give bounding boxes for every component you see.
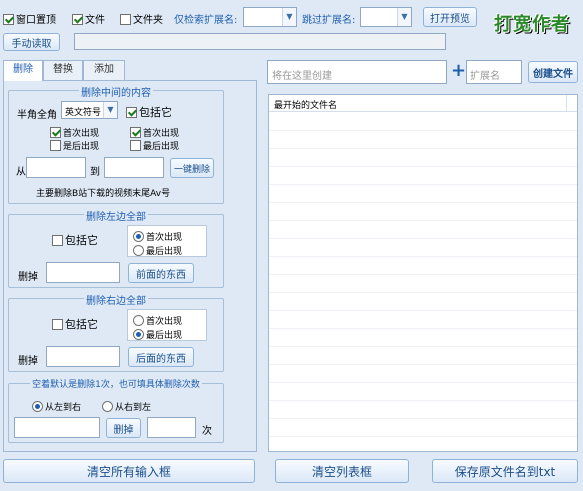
create-name-input[interactable]: 将在这里创建 — [267, 60, 447, 84]
list-header-label: 最开始的文件名 — [274, 101, 338, 111]
checkbox-box — [50, 140, 61, 151]
times-label: 次 — [202, 426, 212, 437]
column-divider — [566, 95, 567, 111]
right-to-left-radio[interactable]: 从右到左 — [102, 400, 151, 413]
chevron-down-icon: ▼ — [397, 8, 411, 26]
radio-icon — [133, 245, 144, 256]
checkbox-box — [120, 14, 131, 25]
delete-back-button[interactable]: 后面的东西 — [128, 347, 194, 367]
from-input[interactable] — [26, 157, 86, 178]
create-file-button[interactable]: 创建文件 — [528, 61, 578, 83]
file-list[interactable]: 最开始的文件名 — [268, 94, 578, 452]
delete-front-button[interactable]: 前面的东西 — [128, 263, 194, 283]
window-topmost-checkbox[interactable]: 窗口置顶 — [3, 11, 56, 26]
include-right-checkbox[interactable]: 包括它 — [52, 316, 98, 332]
only-ext-label: 仅检索扩展名: — [174, 15, 238, 26]
left-first-radio[interactable]: 首次出现 — [133, 230, 182, 243]
files-checkbox[interactable]: 文件 — [72, 11, 105, 26]
delete-left-legend: 删除左边全部 — [84, 212, 148, 223]
width-combo-value: 英文符号 — [65, 108, 102, 118]
width-combo[interactable]: 英文符号 ▼ — [61, 101, 118, 119]
chevron-down-icon: ▼ — [282, 8, 296, 26]
delete-text-input[interactable] — [14, 417, 100, 438]
clear-inputs-button[interactable]: 清空所有输入框 — [3, 459, 255, 483]
checkbox-box — [52, 235, 63, 246]
radio-icon — [133, 329, 144, 340]
checkbox-box — [130, 140, 141, 151]
to-input[interactable] — [104, 157, 164, 178]
list-body — [269, 113, 577, 451]
tab-delete[interactable]: 删除 — [3, 60, 43, 81]
skip-ext-combo[interactable]: ▼ — [360, 7, 412, 27]
delete-left-label: 删掉 — [18, 272, 38, 283]
chevron-down-icon: ▼ — [103, 102, 117, 118]
plus-icon: + — [451, 60, 467, 81]
left-first-checkbox[interactable]: 首次出现 — [50, 126, 99, 139]
delete-right-input[interactable] — [46, 346, 120, 367]
delete-count-legend: 空着默认是删除1次，也可填具体删除次数 — [30, 380, 202, 390]
manual-read-button[interactable]: 手动读取 — [3, 33, 60, 51]
radio-icon — [133, 315, 144, 326]
left-last-checkbox[interactable]: 是后出现 — [50, 139, 99, 152]
include-middle-checkbox[interactable]: 包括它 — [126, 104, 172, 120]
radio-icon — [32, 401, 43, 412]
right-first-checkbox[interactable]: 首次出现 — [130, 126, 179, 139]
clear-list-button[interactable]: 清空列表框 — [275, 459, 409, 483]
delete-left-input[interactable] — [46, 262, 120, 283]
radio-icon — [102, 401, 113, 412]
check-icon — [72, 14, 83, 25]
tab-replace[interactable]: 替换 — [43, 60, 83, 80]
from-label: 从 — [16, 167, 26, 178]
delete-right-legend: 删除右边全部 — [84, 296, 148, 307]
left-to-right-radio[interactable]: 从左到右 — [32, 400, 81, 413]
logo: 打宽作者 — [494, 10, 578, 40]
right-last-checkbox[interactable]: 最后出现 — [130, 139, 179, 152]
one-click-delete-button[interactable]: 一键删除 — [170, 158, 214, 178]
checkbox-box — [52, 319, 63, 330]
ext-placeholder: 扩展名 — [470, 71, 500, 82]
times-input[interactable] — [147, 417, 196, 438]
check-icon — [130, 127, 141, 138]
width-label: 半角全角 — [17, 110, 57, 121]
list-header: 最开始的文件名 — [269, 95, 577, 112]
check-icon — [126, 107, 137, 118]
only-ext-combo[interactable]: ▼ — [243, 7, 297, 27]
delete-middle-legend: 删除中间的内容 — [79, 88, 153, 99]
include-left-checkbox[interactable]: 包括它 — [52, 232, 98, 248]
create-placeholder: 将在这里创建 — [272, 71, 332, 82]
right-last-radio[interactable]: 最后出现 — [133, 328, 182, 341]
logo-text: 打宽作者 — [494, 14, 570, 35]
delete-count-button[interactable]: 删掉 — [106, 418, 141, 438]
save-txt-button[interactable]: 保存原文件名到txt — [432, 459, 578, 483]
delete-right-label: 删掉 — [18, 356, 38, 367]
to-label: 到 — [90, 167, 100, 178]
open-preview-button[interactable]: 打开预览 — [423, 7, 477, 27]
right-first-radio[interactable]: 首次出现 — [133, 314, 182, 327]
tip-text: 主要删除B站下载的视频末尾Av号 — [36, 189, 171, 199]
tab-add[interactable]: 添加 — [83, 60, 125, 80]
path-input[interactable] — [74, 33, 446, 50]
radio-icon — [133, 231, 144, 242]
check-icon — [3, 14, 14, 25]
left-last-radio[interactable]: 最后出现 — [133, 244, 182, 257]
skip-ext-label: 跳过扩展名: — [302, 15, 356, 26]
check-icon — [50, 127, 61, 138]
ext-input[interactable]: 扩展名 — [466, 60, 522, 84]
folders-checkbox[interactable]: 文件夹 — [120, 11, 163, 26]
